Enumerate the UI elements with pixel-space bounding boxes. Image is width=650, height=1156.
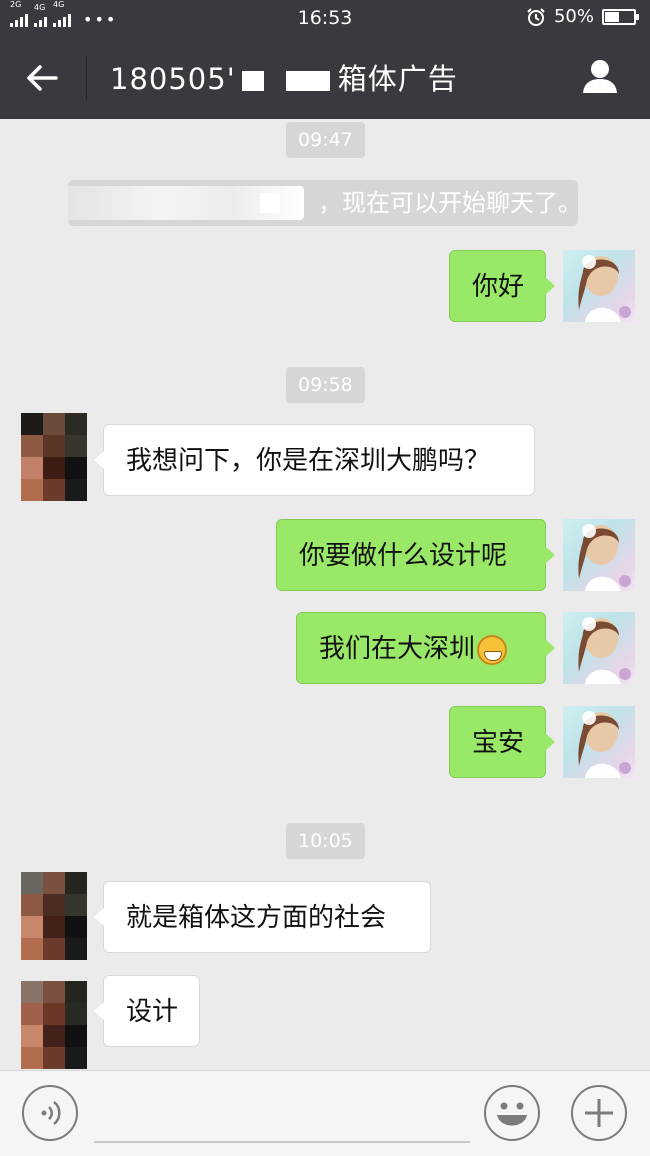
system-message: ，现在可以开始聊天了。: [64, 180, 582, 226]
timestamp: 09:58: [286, 367, 365, 403]
outgoing-message[interactable]: 我们在大深圳: [296, 612, 555, 684]
timestamp: 09:47: [286, 122, 365, 158]
redaction-block: [241, 71, 264, 91]
woman-portrait-icon: [578, 711, 631, 778]
my-avatar[interactable]: [563, 250, 635, 322]
input-bar: [0, 1070, 650, 1156]
contact-avatar[interactable]: [21, 872, 87, 960]
my-avatar[interactable]: [563, 706, 635, 778]
contact-avatar[interactable]: [21, 981, 87, 1069]
incoming-message[interactable]: 就是箱体这方面的社会: [94, 881, 431, 953]
message-text: 宝安: [472, 728, 525, 758]
message-text: 你要做什么设计呢: [299, 541, 508, 571]
redaction-block: [285, 71, 330, 91]
message-input[interactable]: [94, 1141, 470, 1143]
outgoing-message[interactable]: 宝安: [449, 706, 555, 778]
message-text: 就是箱体这方面的社会: [126, 903, 387, 933]
timestamp: 10:05: [286, 823, 365, 859]
chat-title-prefix: 180505': [110, 62, 236, 96]
chat-header: 180505' 箱体广告: [0, 36, 650, 119]
message-text: 我想问下，你是在深圳大鹏吗？: [126, 446, 491, 476]
woman-portrait-icon: [578, 617, 631, 684]
message-list[interactable]: 09:47 ，现在可以开始聊天了。 你好 09:58 我想问下，你是在深圳大鹏吗…: [0, 119, 650, 1069]
incoming-message[interactable]: 设计: [94, 975, 200, 1047]
status-bar: 2G 4G 4G ••• 16:53 50%: [0, 0, 650, 36]
chat-title-suffix: 箱体广告: [337, 62, 458, 96]
message-text: 设计: [126, 997, 179, 1027]
battery-icon: [602, 8, 639, 25]
plus-icon: [585, 1099, 613, 1127]
voice-button[interactable]: [22, 1085, 78, 1141]
contact-avatar[interactable]: [21, 413, 87, 501]
message-text: 你好: [472, 272, 525, 302]
my-avatar[interactable]: [563, 519, 635, 591]
arrow-left-icon[interactable]: [22, 58, 62, 98]
person-icon[interactable]: [580, 56, 620, 96]
outgoing-message[interactable]: 你好: [449, 250, 555, 322]
alarm-clock-icon: [527, 7, 545, 26]
voice-icon: [41, 1101, 61, 1125]
grinning-face-icon: [477, 634, 508, 665]
more-button[interactable]: [571, 1085, 627, 1141]
woman-portrait-icon: [578, 524, 631, 591]
incoming-message[interactable]: 我想问下，你是在深圳大鹏吗？: [94, 424, 535, 496]
smiley-icon: [497, 1102, 527, 1126]
system-message-text: ，现在可以开始聊天了。: [318, 189, 582, 217]
woman-portrait-icon: [578, 255, 631, 322]
outgoing-message[interactable]: 你要做什么设计呢: [276, 519, 555, 591]
battery-percent: 50%: [553, 6, 594, 27]
my-avatar[interactable]: [563, 612, 635, 684]
redaction-block: [260, 193, 280, 213]
chat-title: 180505' 箱体广告: [110, 56, 458, 98]
header-divider: [86, 56, 87, 100]
emoji-button[interactable]: [484, 1085, 540, 1141]
status-right: 50%: [526, 6, 639, 27]
message-text: 我们在大深圳: [319, 634, 476, 664]
